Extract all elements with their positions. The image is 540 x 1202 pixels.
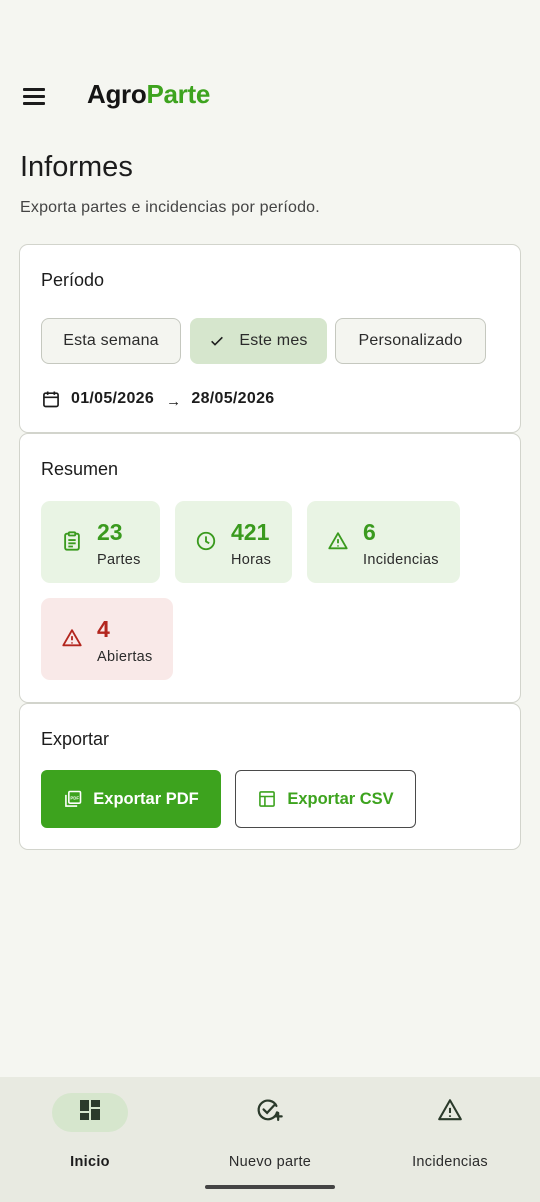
- stat-label: Incidencias: [363, 552, 439, 568]
- export-csv-button[interactable]: Exportar CSV: [235, 770, 416, 828]
- pdf-icon: PDF: [63, 789, 83, 809]
- period-title: Período: [41, 270, 105, 290]
- summary-title: Resumen: [41, 459, 119, 479]
- nav-icon-wrap: [412, 1093, 488, 1132]
- table-icon: [257, 789, 277, 809]
- nav-item-nuevo-parte[interactable]: Nuevo parte: [190, 1093, 350, 1170]
- gesture-home-indicator[interactable]: [205, 1185, 335, 1189]
- end-date: 28/05/2026: [191, 390, 275, 407]
- nav-icon-wrap: [232, 1093, 308, 1132]
- stat-value: 4: [97, 616, 110, 642]
- start-date: 01/05/2026: [71, 390, 155, 407]
- stat-partes[interactable]: 23 Partes: [41, 501, 160, 583]
- brand-part-1: Agro: [87, 79, 147, 109]
- top-app-bar: AgroParte: [0, 60, 540, 130]
- warning-icon: [327, 530, 349, 552]
- app-logo: AgroParte: [87, 79, 210, 110]
- brand-part-2: Parte: [146, 79, 211, 109]
- stat-label: Partes: [97, 552, 141, 568]
- chip-label: Esta semana: [63, 332, 159, 349]
- stat-incidencias[interactable]: 6 Incidencias: [307, 501, 460, 583]
- page-title: Informes: [20, 151, 133, 183]
- chip-custom[interactable]: Personalizado: [335, 318, 486, 364]
- stat-value: 6: [363, 519, 376, 545]
- chip-label: Personalizado: [358, 332, 463, 349]
- export-csv-label: Exportar CSV: [287, 789, 394, 808]
- nav-label: Incidencias: [412, 1154, 488, 1170]
- export-pdf-label: Exportar PDF: [93, 789, 199, 808]
- nav-label: Inicio: [70, 1154, 110, 1170]
- nav-active-indicator: [52, 1093, 128, 1132]
- stat-value: 23: [97, 519, 123, 545]
- stat-label: Horas: [231, 552, 272, 568]
- menu-icon[interactable]: [20, 82, 48, 110]
- page-subtitle: Exporta partes e incidencias por período…: [20, 199, 320, 216]
- period-card: Período Esta semana Este mes Personaliza…: [19, 244, 521, 433]
- bottom-navigation: Inicio Nuevo parte Incidencias: [0, 1077, 540, 1202]
- export-pdf-button[interactable]: PDF Exportar PDF: [41, 770, 221, 828]
- stat-abiertas[interactable]: 4 Abiertas: [41, 598, 173, 680]
- chip-this-month[interactable]: Este mes: [190, 318, 327, 364]
- nav-item-inicio[interactable]: Inicio: [10, 1093, 170, 1170]
- chip-label: Este mes: [239, 332, 308, 349]
- date-range[interactable]: 01/05/2026 → 28/05/2026: [41, 387, 274, 411]
- range-arrow: →: [166, 392, 182, 410]
- warning-icon: [61, 627, 83, 649]
- stat-label: Abiertas: [97, 649, 153, 665]
- calendar-icon: [41, 389, 61, 409]
- clipboard-icon: [61, 530, 83, 552]
- clock-icon: [195, 530, 217, 552]
- chip-this-week[interactable]: Esta semana: [41, 318, 181, 364]
- nav-item-incidencias[interactable]: Incidencias: [370, 1093, 530, 1170]
- export-title: Exportar: [41, 729, 110, 749]
- add-check-icon: [256, 1096, 284, 1129]
- dashboard-icon: [78, 1098, 102, 1127]
- export-card: Exportar PDF Exportar PDF Exportar CSV: [19, 703, 521, 850]
- stat-horas[interactable]: 421 Horas: [175, 501, 292, 583]
- svg-text:PDF: PDF: [71, 795, 80, 800]
- stat-value: 421: [231, 519, 270, 545]
- check-icon: [209, 333, 225, 349]
- summary-card: Resumen 23 Partes 421 Horas 6 Incidencia…: [19, 433, 521, 703]
- nav-label: Nuevo parte: [228, 1154, 312, 1170]
- warning-icon: [437, 1097, 463, 1128]
